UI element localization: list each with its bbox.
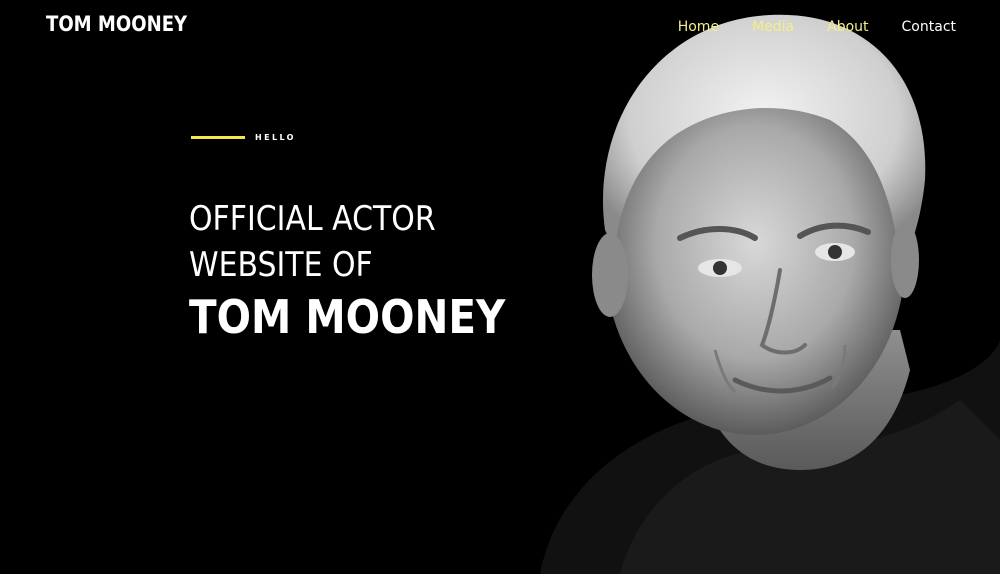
nav-about-link[interactable]: About [827,19,868,35]
eyebrow-label: HELLO [255,133,296,142]
hero-page: TOM MOONEY Home Media About Contact HELL… [0,0,1000,574]
nav-home-link[interactable]: Home [678,19,719,35]
headline-line-2: WEBSITE OF [189,245,373,285]
headline-line-1: OFFICIAL ACTOR [189,199,436,239]
accent-divider [191,136,245,139]
nav-media-link[interactable]: Media [752,19,794,35]
hero-headline: OFFICIAL ACTOR WEBSITE OF TOM MOONEY [189,196,549,346]
hello-eyebrow: HELLO [191,133,296,142]
nav-contact-link[interactable]: Contact [902,19,956,35]
headline-name: TOM MOONEY [189,290,506,344]
main-nav: Home Media About Contact [645,19,956,35]
site-logo[interactable]: TOM MOONEY [46,12,187,36]
portrait-photo [500,0,1000,574]
